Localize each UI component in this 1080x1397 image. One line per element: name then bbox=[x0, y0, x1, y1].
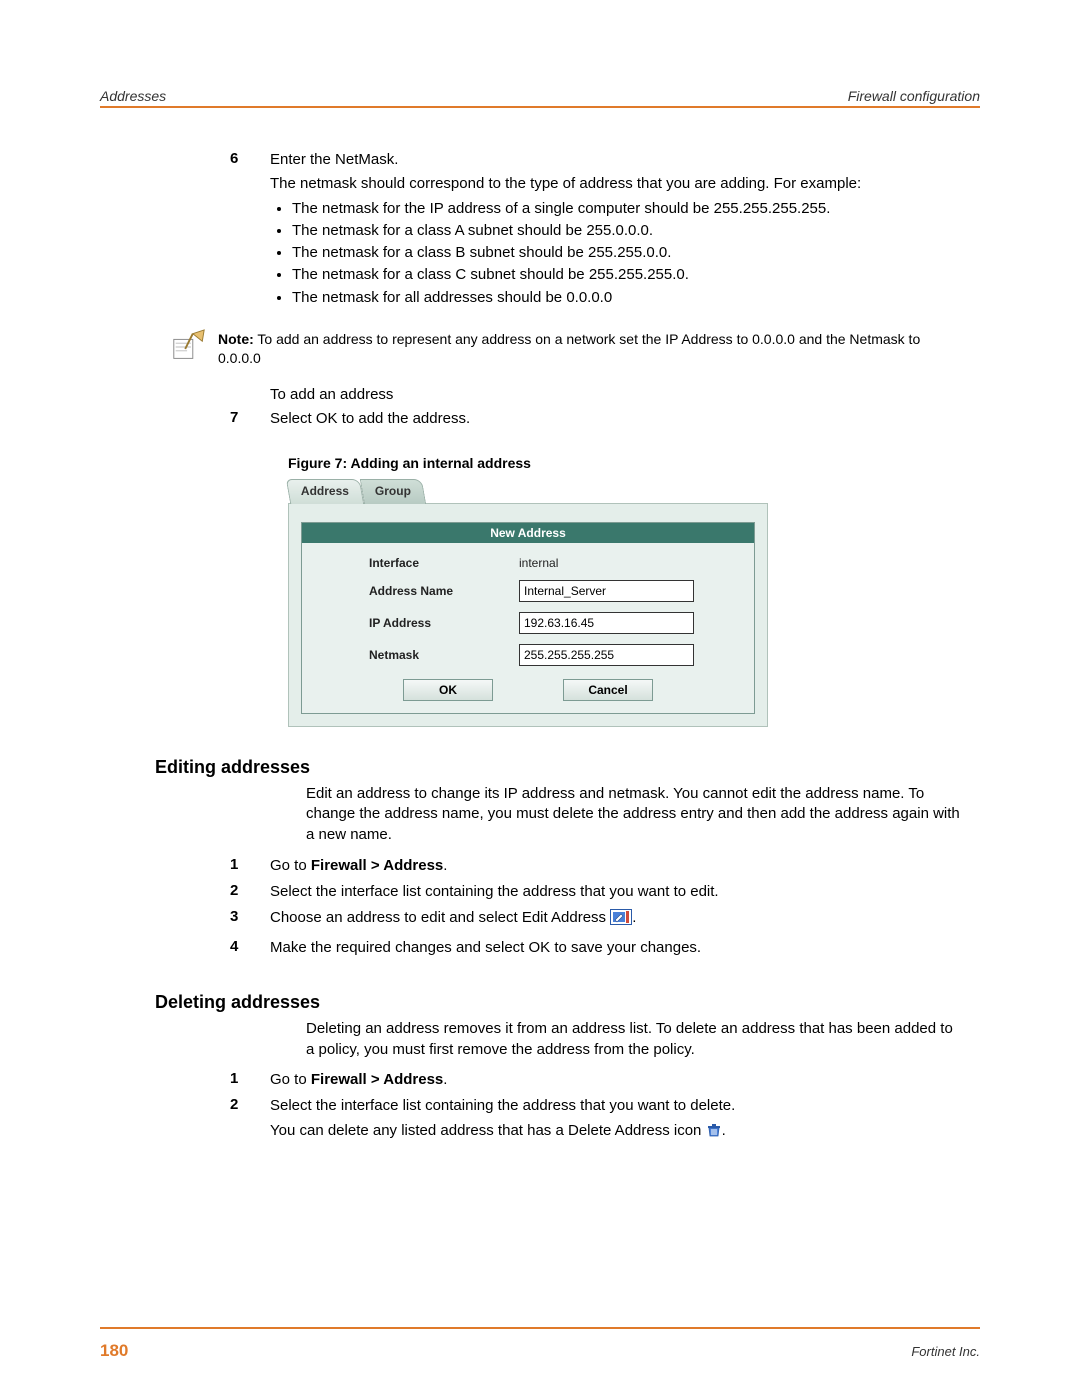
edit-step2-number: 2 bbox=[230, 882, 270, 906]
netmask-label: Netmask bbox=[314, 648, 519, 662]
step6-bullet: The netmask for a class B subnet should … bbox=[292, 243, 980, 263]
ip-address-label: IP Address bbox=[314, 616, 519, 630]
edit-step3-number: 3 bbox=[230, 908, 270, 935]
figure-new-address: Address Group New Address Interface inte… bbox=[288, 479, 768, 727]
tab-group[interactable]: Group bbox=[360, 479, 426, 504]
editing-para: Edit an address to change its IP address… bbox=[306, 784, 980, 846]
edit-step4-number: 4 bbox=[230, 938, 270, 962]
ok-button[interactable]: OK bbox=[403, 679, 493, 701]
edit-step4: Make the required changes and select OK … bbox=[270, 938, 980, 958]
step7-number: 7 bbox=[230, 409, 270, 433]
delete-address-icon bbox=[706, 1122, 722, 1144]
tab-address[interactable]: Address bbox=[286, 479, 364, 504]
step6-bullet: The netmask for all addresses should be … bbox=[292, 288, 980, 308]
note-text: Note: To add an address to represent any… bbox=[218, 328, 980, 368]
form-title: New Address bbox=[302, 523, 754, 543]
step6-bullet: The netmask for a class C subnet should … bbox=[292, 265, 980, 285]
editing-heading: Editing addresses bbox=[155, 757, 980, 778]
header-rule bbox=[100, 106, 980, 108]
del-step2-number: 2 bbox=[230, 1096, 270, 1148]
edit-step1: Go to Firewall > Address. bbox=[270, 856, 980, 876]
del-step2-line1: Select the interface list containing the… bbox=[270, 1096, 980, 1116]
step6-bullet: The netmask for a class A subnet should … bbox=[292, 221, 980, 241]
deleting-heading: Deleting addresses bbox=[155, 992, 980, 1013]
interface-label: Interface bbox=[314, 556, 519, 570]
edit-step2: Select the interface list containing the… bbox=[270, 882, 980, 902]
header-right: Firewall configuration bbox=[848, 88, 980, 104]
cancel-button[interactable]: Cancel bbox=[563, 679, 653, 701]
step6-para: The netmask should correspond to the typ… bbox=[270, 174, 980, 194]
note-label: Note: bbox=[218, 331, 254, 347]
footer-rule bbox=[100, 1327, 980, 1329]
note-body: To add an address to represent any addre… bbox=[218, 331, 920, 366]
netmask-input[interactable] bbox=[519, 644, 694, 666]
edit-step1-number: 1 bbox=[230, 856, 270, 880]
footer-company: Fortinet Inc. bbox=[911, 1344, 980, 1359]
ip-address-input[interactable] bbox=[519, 612, 694, 634]
step6-bullet: The netmask for the IP address of a sing… bbox=[292, 199, 980, 219]
figure-caption: Figure 7: Adding an internal address bbox=[288, 455, 980, 471]
interface-value: internal bbox=[519, 556, 558, 570]
note-icon bbox=[170, 328, 208, 362]
address-name-input[interactable] bbox=[519, 580, 694, 602]
step6-title: Enter the NetMask. bbox=[270, 150, 980, 170]
header-left: Addresses bbox=[100, 88, 166, 104]
del-step1-number: 1 bbox=[230, 1070, 270, 1094]
page-number: 180 bbox=[100, 1341, 128, 1361]
del-step1: Go to Firewall > Address. bbox=[270, 1070, 980, 1090]
step6-number: 6 bbox=[230, 150, 270, 314]
edit-address-icon bbox=[610, 909, 632, 931]
deleting-para: Deleting an address removes it from an a… bbox=[306, 1019, 980, 1060]
edit-step3: Choose an address to edit and select Edi… bbox=[270, 908, 980, 931]
step7-text: Select OK to add the address. bbox=[270, 409, 980, 429]
del-step2-line2: You can delete any listed address that h… bbox=[270, 1121, 980, 1144]
to-add-address: To add an address bbox=[270, 386, 980, 403]
address-name-label: Address Name bbox=[314, 584, 519, 598]
